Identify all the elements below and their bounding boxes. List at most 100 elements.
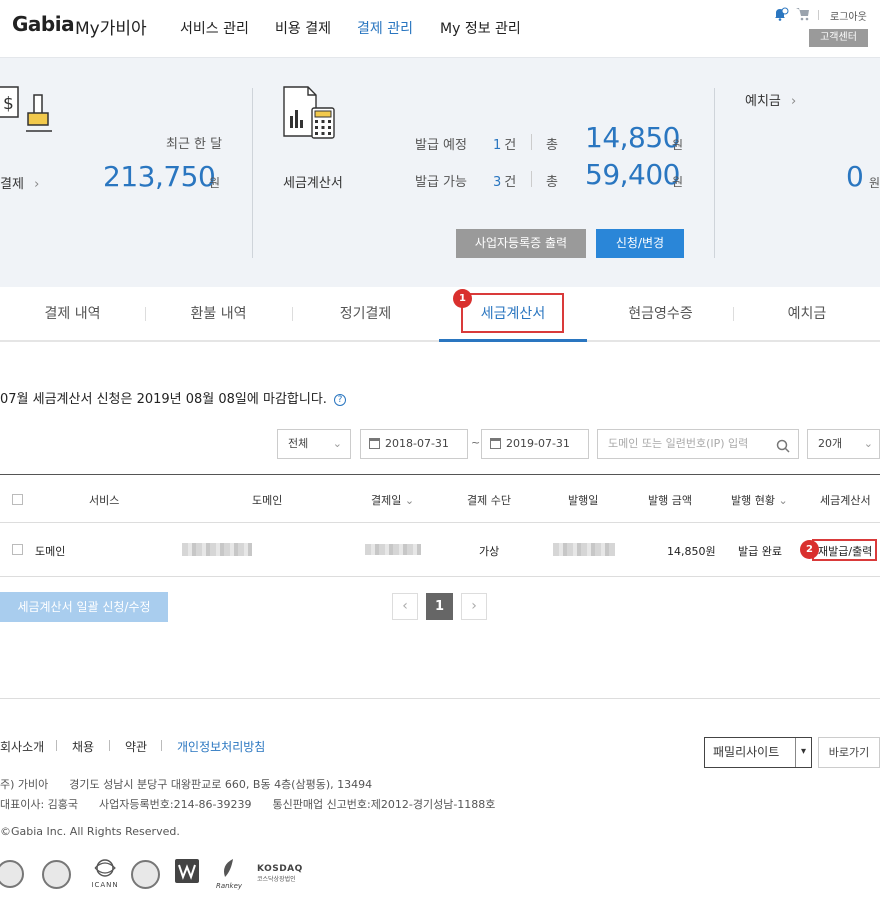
sort-down-icon: ⌄ bbox=[778, 494, 788, 507]
count-divider-1 bbox=[531, 134, 532, 150]
scheduled-count: 1건 bbox=[493, 138, 517, 153]
customer-center-button[interactable]: 고객센터 bbox=[809, 29, 868, 47]
tab-payment-history[interactable]: 결제 내역 bbox=[0, 300, 145, 340]
util-divider bbox=[818, 10, 819, 20]
col-issue-status[interactable]: 발행 현황 ⌄ bbox=[731, 492, 788, 508]
row-checkbox[interactable] bbox=[12, 544, 23, 555]
available-total-amount: 59,400 bbox=[585, 158, 680, 191]
footer-link-privacy[interactable]: 개인정보처리방침 bbox=[177, 738, 265, 755]
footer-link-careers[interactable]: 채용 bbox=[72, 738, 94, 755]
nav-service-management[interactable]: 서비스 관리 bbox=[180, 18, 249, 38]
payment-label: 결제 bbox=[0, 177, 24, 192]
footer-ceo-info: 대표이사: 김홍국 사업자등록번호:214-86-39239 통신판매업 신고번… bbox=[0, 798, 496, 811]
page-next-button[interactable]: › bbox=[461, 593, 487, 620]
callout-badge-1: 1 bbox=[453, 289, 472, 308]
logout-link[interactable]: 로그아웃 bbox=[830, 8, 867, 23]
footer-link-company[interactable]: 회사소개 bbox=[0, 738, 44, 755]
deposit-summary-link[interactable]: 예치금 › bbox=[745, 90, 796, 109]
deposit-label: 예치금 bbox=[745, 94, 781, 109]
cart-icon[interactable] bbox=[796, 7, 810, 21]
svg-text:$: $ bbox=[3, 94, 14, 114]
nav-cost-payment[interactable]: 비용 결제 bbox=[275, 18, 331, 38]
footer-link-terms[interactable]: 약관 bbox=[125, 738, 147, 755]
scheduled-label: 발급 예정 bbox=[415, 138, 467, 153]
footer-divider bbox=[0, 698, 880, 699]
row-payment-method: 가상 bbox=[479, 545, 500, 558]
tab-recurring-payment[interactable]: 정기결제 bbox=[293, 300, 438, 340]
family-site-select[interactable]: 패밀리사이트 ▾ bbox=[704, 737, 812, 768]
icann-logo: ICANN bbox=[88, 858, 122, 890]
available-total-label: 총 bbox=[546, 175, 558, 190]
apply-change-button[interactable]: 신청/변경 bbox=[596, 229, 684, 258]
col-tax-invoice: 세금계산서 bbox=[820, 494, 871, 507]
page-prev-button[interactable]: ‹ bbox=[392, 593, 418, 620]
nav-payment-management[interactable]: 결제 관리 bbox=[357, 18, 413, 38]
my-gabia-title[interactable]: My가비아 bbox=[75, 14, 147, 39]
certification-seal-2 bbox=[42, 860, 71, 889]
family-site-go-button[interactable]: 바로가기 bbox=[818, 737, 880, 768]
select-all-checkbox[interactable] bbox=[12, 494, 23, 505]
callout-box-reissue bbox=[812, 539, 877, 561]
col-service: 서비스 bbox=[89, 494, 120, 507]
payment-summary-link[interactable]: 결제 › bbox=[0, 173, 39, 192]
search-input[interactable]: 도메인 또는 일련번호(IP) 입력 bbox=[597, 429, 799, 459]
tab-cash-receipt[interactable]: 현금영수증 bbox=[588, 300, 733, 340]
available-label: 발급 가능 bbox=[415, 175, 467, 190]
deposit-unit: 원 bbox=[869, 176, 880, 190]
count-divider-2 bbox=[531, 171, 532, 187]
scheduled-total-amount: 14,850 bbox=[585, 121, 680, 154]
print-business-registration-button[interactable]: 사업자등록증 출력 bbox=[456, 229, 586, 258]
footer-sep bbox=[56, 740, 57, 751]
callout-badge-2: 2 bbox=[800, 540, 819, 559]
tab-refund-history[interactable]: 환불 내역 bbox=[146, 300, 291, 340]
row-domain-redacted bbox=[182, 543, 252, 556]
footer-copyright: ©Gabia Inc. All Rights Reserved. bbox=[0, 825, 180, 838]
tab-deposit[interactable]: 예치금 bbox=[734, 300, 880, 340]
scheduled-unit: 원 bbox=[672, 138, 684, 152]
summary-divider-2 bbox=[714, 88, 715, 258]
chevron-down-icon: ⌄ bbox=[332, 437, 342, 450]
footer-sep bbox=[161, 740, 162, 751]
chevron-down-icon: ⌄ bbox=[863, 437, 873, 450]
page-1-button[interactable]: 1 bbox=[426, 593, 453, 620]
col-payment-date[interactable]: 결제일 ⌄ bbox=[371, 492, 414, 508]
footer-company-info: 주) 가비아 경기도 성남시 분당구 대왕판교로 660, B동 4층(삼평동)… bbox=[0, 778, 373, 791]
deposit-amount: 0 bbox=[846, 160, 864, 193]
tax-invoice-label: 세금계산서 bbox=[283, 176, 343, 191]
search-icon[interactable] bbox=[776, 436, 790, 464]
date-range-separator: ~ bbox=[471, 436, 481, 449]
notification-bell-icon[interactable] bbox=[773, 7, 789, 21]
col-issue-amount: 발행 금액 bbox=[648, 494, 692, 507]
tax-invoice-calculator-icon bbox=[282, 86, 336, 140]
summary-divider-1 bbox=[252, 88, 253, 258]
date-to-input[interactable]: 2019-07-31 bbox=[481, 429, 589, 459]
col-domain: 도메인 bbox=[252, 494, 283, 507]
payment-amount: 213,750 bbox=[103, 160, 216, 193]
chevron-right-icon: › bbox=[34, 177, 40, 192]
recent-month-label: 최근 한 달 bbox=[166, 137, 223, 152]
row-issue-status: 발급 완료 bbox=[738, 545, 782, 558]
callout-box-tax-invoice-tab bbox=[461, 293, 564, 333]
gabia-logo[interactable]: Gabia bbox=[12, 12, 75, 36]
available-count: 3건 bbox=[493, 175, 517, 190]
page-size-select[interactable]: 20개 ⌄ bbox=[807, 429, 880, 459]
tab-active-indicator bbox=[439, 339, 587, 342]
col-issue-date: 발행일 bbox=[568, 494, 599, 507]
calendar-icon bbox=[369, 438, 380, 449]
certification-seal-3 bbox=[131, 860, 160, 889]
payment-money-icon: $ bbox=[0, 85, 52, 141]
row-payment-date-redacted bbox=[365, 544, 421, 555]
help-icon[interactable]: ? bbox=[334, 393, 347, 406]
rankey-logo: Rankey bbox=[214, 857, 244, 893]
type-select[interactable]: 전체 ⌄ bbox=[277, 429, 351, 459]
available-unit: 원 bbox=[672, 175, 684, 189]
footer-sep bbox=[109, 740, 110, 751]
row-service: 도메인 bbox=[35, 545, 66, 558]
date-from-input[interactable]: 2018-07-31 bbox=[360, 429, 468, 459]
sort-down-icon: ⌄ bbox=[404, 494, 415, 507]
row-issue-amount: 14,850원 bbox=[667, 545, 716, 558]
award-logo bbox=[175, 859, 199, 883]
nav-my-info-management[interactable]: My 정보 관리 bbox=[440, 18, 521, 38]
chevron-right-icon: › bbox=[791, 94, 797, 109]
bulk-tax-invoice-button[interactable]: 세금계산서 일괄 신청/수정 bbox=[0, 592, 168, 622]
